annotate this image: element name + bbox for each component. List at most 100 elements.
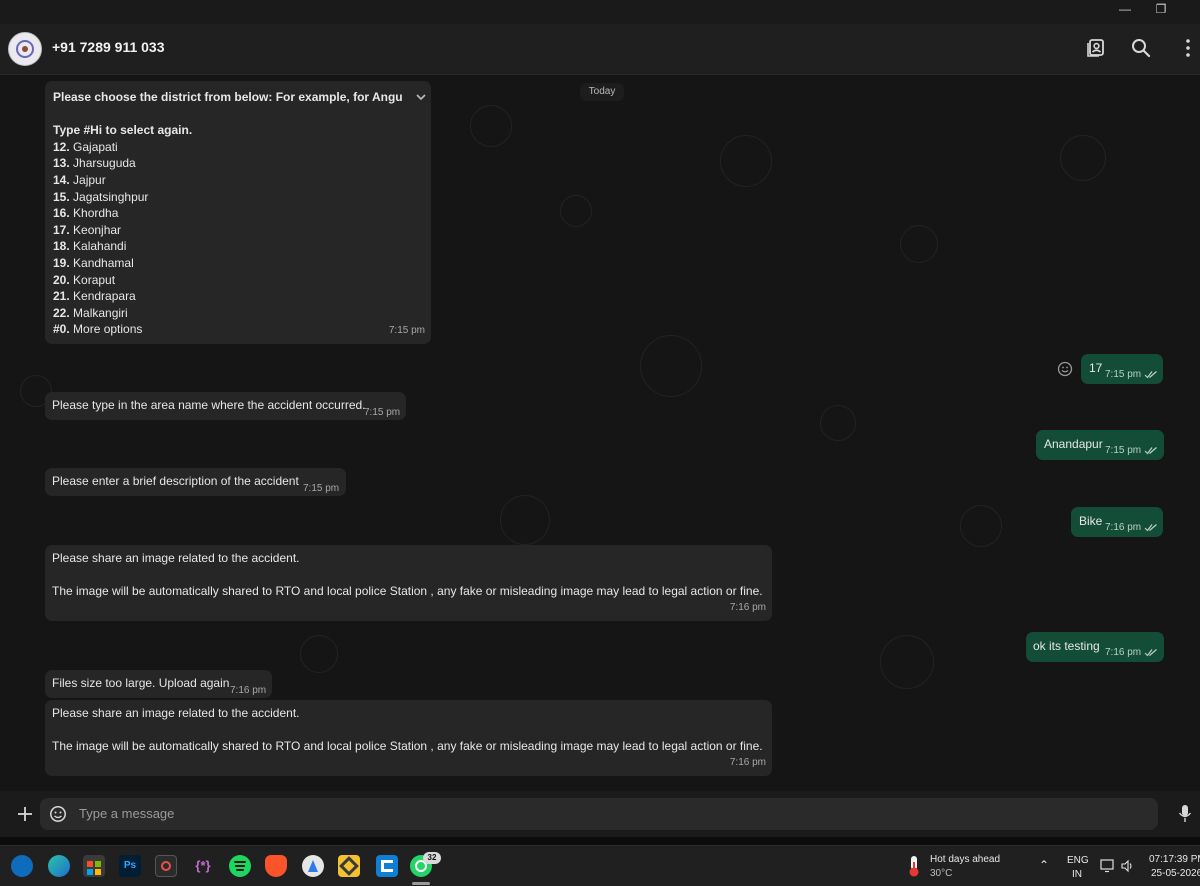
photoshop-icon[interactable]: Ps [119,855,141,877]
network-icon[interactable] [1100,859,1116,873]
list-item: 20. Koraput [53,272,423,289]
list-item-number: 18. [53,239,70,254]
show-hidden-icons[interactable]: ⌃ [1039,858,1049,872]
outgoing-message[interactable]: Anandapur 7:15 pm [1036,430,1164,460]
list-item-number: 16. [53,206,70,221]
list-item: 21. Kendrapara [53,288,423,305]
outlook-icon[interactable] [11,855,33,877]
list-item-number: 13. [53,156,70,171]
sticker-icon[interactable] [49,805,67,823]
list-item-text: Jharsuguda [69,156,136,171]
message-placeholder: Type a message [79,806,175,821]
contact-name[interactable]: +91 7289 911 033 [52,39,165,55]
incoming-message[interactable]: Please share an image related to the acc… [45,700,772,776]
message-time: 7:16 pm [230,685,267,696]
git-tool-icon[interactable] [338,855,360,877]
contact-card-icon[interactable] [1084,36,1108,60]
message-time: 7:15 pm [388,325,425,337]
wallpaper-doodle [720,135,772,187]
wallpaper-doodle [560,195,592,227]
clock-date[interactable]: 25-05-2026 [1151,868,1200,879]
avatar[interactable] [8,32,42,66]
message-text: Please share an image related to the acc… [52,551,300,565]
district-list: Please choose the district from below: F… [53,89,423,338]
chat-area[interactable]: Today Please choose the district from be… [0,75,1200,791]
message-text: Bike [1079,514,1103,528]
search-icon[interactable] [1129,36,1153,60]
message-time: 7:16 pm [1105,645,1158,662]
list-item-number: 12. [53,139,70,154]
wallpaper-doodle [880,635,934,689]
kebab-menu-icon[interactable] [1176,36,1200,60]
davinci-icon[interactable] [155,855,177,877]
brave-icon[interactable] [265,855,287,877]
message-text: Please type in the area name where the a… [52,398,366,412]
message-input[interactable] [40,798,1158,830]
list-item: Please choose the district from below: F… [53,89,403,106]
volume-icon[interactable] [1120,859,1134,873]
outgoing-message[interactable]: Bike 7:16 pm [1071,507,1163,537]
list-item-number: 15. [53,189,70,204]
double-check-icon [1144,447,1158,455]
incoming-message[interactable]: Please choose the district from below: F… [45,81,431,344]
list-item-text: Malkangiri [69,305,128,320]
code-snippets-icon[interactable]: {*} [192,855,214,877]
edge-icon[interactable] [48,855,70,877]
wallpaper-doodle [500,495,550,545]
wallpaper-doodle [470,105,512,147]
plus-icon[interactable] [16,805,34,823]
list-item-number: 17. [53,222,70,237]
chat-header: +91 7289 911 033 [0,24,1200,75]
wallpaper-doodle [640,335,702,397]
list-item: 13. Jharsuguda [53,155,423,172]
wallpaper-doodle [900,225,938,263]
clock-time[interactable]: 07:17:39 PM [1149,854,1200,865]
restore-icon[interactable]: ❐ [1141,0,1181,24]
list-item-text: Jajpur [69,172,106,187]
app-icon[interactable] [302,855,324,877]
incoming-message[interactable]: Files size too large. Upload again 7:16 … [45,670,272,698]
message-time: 7:16 pm [729,757,766,769]
unread-badge: 32 [423,852,441,864]
emoji-react-icon[interactable] [1057,361,1073,377]
list-item: 19. Kandhamal [53,255,423,272]
list-item-number: 20. [53,272,70,287]
list-item-number: 21. [53,289,70,304]
message-time: 7:15 pm [364,407,401,418]
list-item-text: Please choose the district from below: F… [53,90,403,104]
message-time: 7:15 pm [1105,443,1158,460]
vscode-icon[interactable] [376,855,398,877]
window-titlebar: — ❐ [0,0,1200,24]
list-item: 12. Gajapati [53,139,423,156]
microphone-icon[interactable] [1178,804,1192,824]
message-text: Anandapur [1044,437,1103,451]
incoming-message[interactable]: Please enter a brief description of the … [45,468,346,496]
outgoing-message[interactable]: ok its testing 7:16 pm [1026,632,1164,662]
thermometer-icon[interactable] [906,854,922,878]
list-item: 17. Keonjhar [53,222,423,239]
list-item: 18. Kalahandi [53,238,423,255]
minimize-icon[interactable]: — [1105,0,1145,24]
double-check-icon [1144,371,1158,379]
outgoing-message[interactable]: 17 7:15 pm [1081,354,1163,384]
chevron-down-icon[interactable] [415,91,427,103]
list-item-text: Koraput [69,272,116,287]
spotify-icon[interactable] [229,855,251,877]
language-code[interactable]: ENG [1067,855,1089,866]
weather-temp: 30°C [930,868,953,879]
language-region[interactable]: IN [1072,869,1082,880]
list-item-text: Jagatsinghpur [69,189,149,204]
date-chip: Today [580,83,624,101]
list-item-number: 14. [53,172,70,187]
list-item-text: Gajapati [69,139,118,154]
incoming-message[interactable]: Please type in the area name where the a… [45,392,406,420]
list-item: Type #Hi to select again. [53,122,423,139]
weather-title[interactable]: Hot days ahead [930,854,1000,865]
store-icon[interactable] [83,855,105,877]
wallpaper-doodle [1060,135,1106,181]
incoming-message[interactable]: Please share an image related to the acc… [45,545,772,621]
list-item: 14. Jajpur [53,172,423,189]
message-text: 17 [1089,361,1103,375]
message-time: 7:15 pm [1105,367,1158,384]
list-item-text: More options [69,322,143,337]
